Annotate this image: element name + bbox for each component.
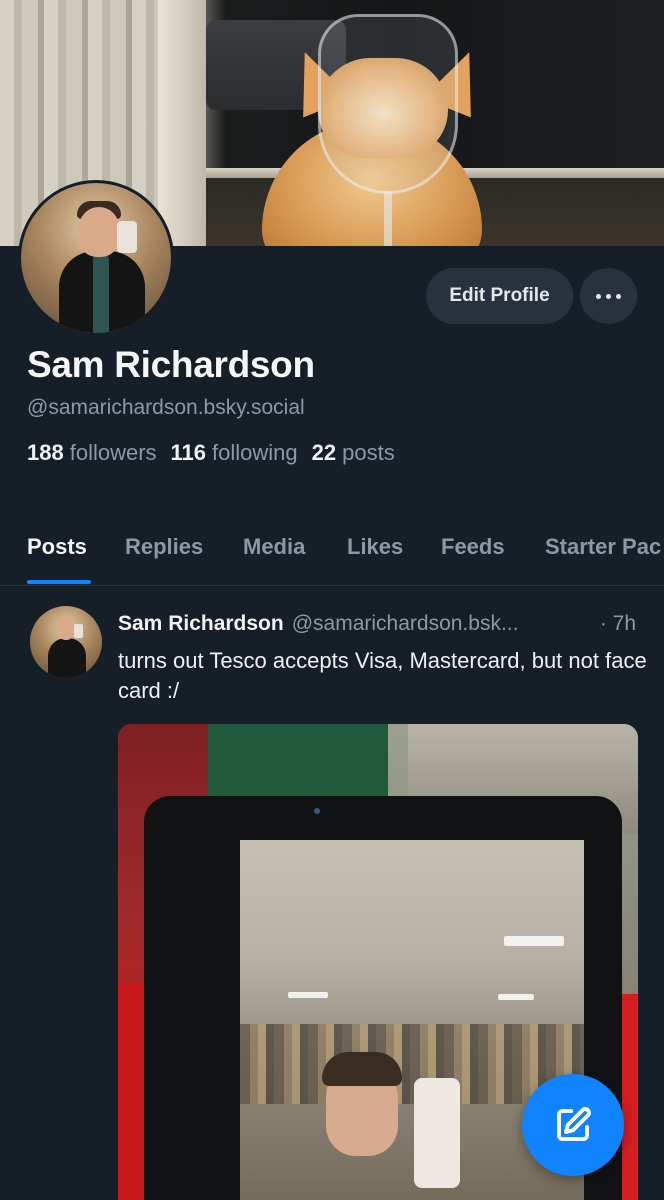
profile-screen: Edit Profile Sam Richardson @samarichard… — [0, 0, 664, 1200]
following-label: following — [212, 440, 298, 465]
compose-post-button[interactable] — [522, 1074, 624, 1176]
banner-doorframe — [158, 0, 206, 246]
post-author-handle[interactable]: @samarichardson.bsk... — [292, 612, 519, 636]
profile-avatar[interactable] — [18, 180, 174, 336]
followers-label: followers — [69, 440, 157, 465]
image-person-hair — [322, 1052, 402, 1086]
tab-starter-packs[interactable]: Starter Pac — [545, 534, 661, 560]
compose-icon — [557, 1107, 591, 1141]
post-header: Sam Richardson @samarichardson.bsk... · … — [118, 612, 640, 636]
post-text: turns out Tesco accepts Visa, Mastercard… — [118, 648, 647, 703]
posts-label: posts — [342, 440, 395, 465]
profile-stats: 188 followers 116 following 22 posts — [27, 440, 395, 466]
tab-posts[interactable]: Posts — [27, 534, 87, 560]
posts-stat: 22 posts — [312, 440, 395, 466]
profile-handle: @samarichardson.bsky.social — [27, 396, 305, 419]
tab-feeds[interactable]: Feeds — [441, 534, 505, 560]
image-tablet-camera — [314, 808, 320, 814]
following-count: 116 — [170, 440, 207, 465]
active-tab-indicator — [27, 580, 91, 584]
banner-wine-glass — [318, 14, 458, 194]
profile-tabs: Posts Replies Media Likes Feeds Starter … — [0, 516, 664, 586]
more-options-button[interactable] — [580, 268, 637, 324]
image-ceiling-light — [498, 994, 534, 1000]
banner-wine-glass-stem — [384, 192, 392, 246]
avatar-face — [79, 207, 119, 257]
tab-replies[interactable]: Replies — [125, 534, 203, 560]
followers-count: 188 — [27, 440, 64, 465]
posts-count: 22 — [311, 440, 337, 465]
ellipsis-icon — [596, 293, 621, 299]
image-ceiling-light — [288, 992, 328, 998]
avatar-scarf — [93, 255, 109, 333]
post-author-name[interactable]: Sam Richardson — [118, 612, 284, 636]
image-ceiling-light — [504, 936, 564, 946]
image-person-phone — [414, 1078, 460, 1188]
post-avatar-phone — [74, 624, 83, 638]
followers-stat[interactable]: 188 followers — [27, 440, 157, 466]
tab-media[interactable]: Media — [243, 534, 305, 560]
display-name: Sam Richardson — [27, 344, 315, 385]
edit-profile-button[interactable]: Edit Profile — [426, 268, 573, 324]
following-stat[interactable]: 116 following — [171, 440, 298, 466]
post-timestamp[interactable]: · 7h — [600, 612, 636, 636]
tab-likes[interactable]: Likes — [347, 534, 403, 560]
post-avatar-face — [57, 618, 75, 640]
post-author-avatar[interactable] — [30, 606, 102, 678]
avatar-phone — [117, 221, 137, 253]
post-avatar-torso — [48, 638, 86, 678]
